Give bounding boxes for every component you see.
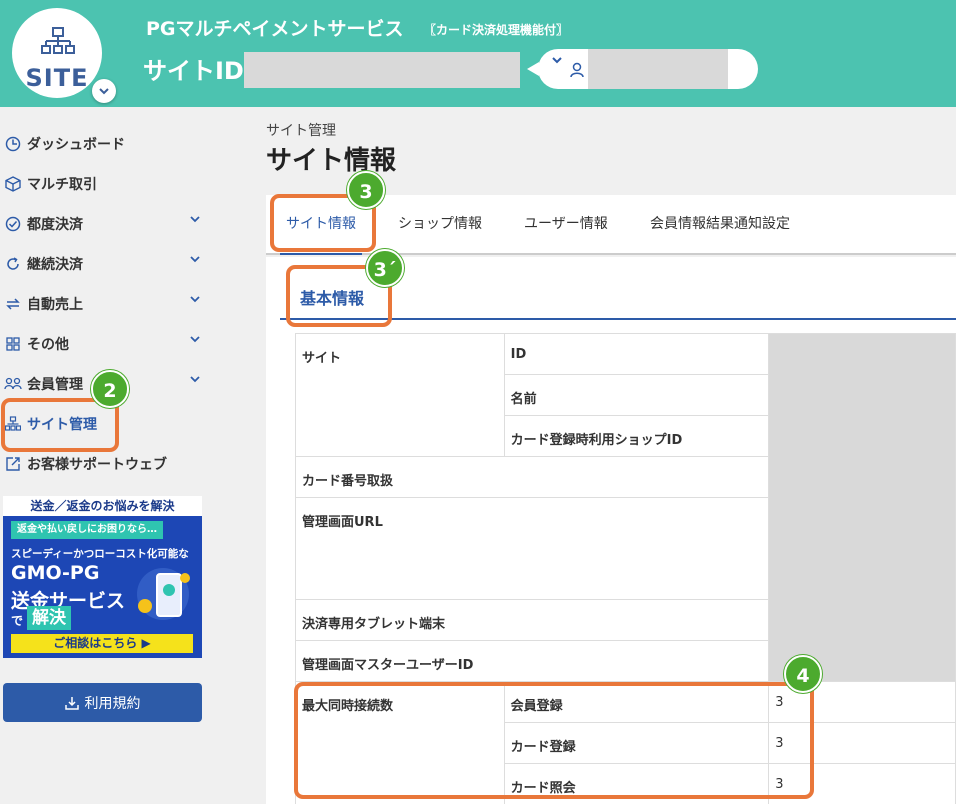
chevron-down-icon xyxy=(190,296,200,303)
chevron-down-icon xyxy=(190,216,200,223)
site-logo[interactable]: SITE xyxy=(12,8,102,98)
sidebar-item-support[interactable]: お客様サポートウェブ xyxy=(4,449,204,479)
refresh-icon xyxy=(4,255,22,273)
clock-icon xyxy=(4,135,22,153)
table-row: サイト ID xyxy=(295,333,956,682)
row-label-card-number: カード番号取扱 xyxy=(294,456,770,498)
tab-member-notify[interactable]: 会員情報結果通知設定 xyxy=(650,195,790,253)
tab-shop-info[interactable]: ショップ情報 xyxy=(398,195,482,253)
terms-button[interactable]: 利用規約 xyxy=(3,683,202,722)
breadcrumb: サイト管理 xyxy=(266,123,336,139)
app-subtitle: 〖カード決済処理機能付〗 xyxy=(424,23,569,37)
user-name-redacted xyxy=(588,49,728,89)
sidebar-item-dashboard[interactable]: ダッシュボード xyxy=(4,129,204,159)
row-label-name: 名前 xyxy=(503,374,770,416)
banner-de: で xyxy=(11,614,24,628)
step-badge-4: 4 xyxy=(784,655,822,693)
sidebar-item-other[interactable]: その他 xyxy=(4,329,204,359)
banner-heading: 送金／返金のお悩みを解決 xyxy=(3,496,202,516)
banner-body: 返金や払い戻しにお困りなら… スピーディーかつローコスト化可能な GMO-PG … xyxy=(3,516,202,658)
sidebar-item-recurring[interactable]: 継続決済 xyxy=(4,249,204,279)
row-label-master-user: 管理画面マスターユーザーID xyxy=(294,640,770,682)
site-id-redacted xyxy=(244,52,520,88)
smartphone-illustration-icon xyxy=(137,568,190,620)
row-label-admin-url: 管理画面URL xyxy=(294,497,770,600)
highlight-max-connections xyxy=(294,682,814,799)
chevron-down-icon xyxy=(190,376,200,383)
sidebar-item-multi[interactable]: マルチ取引 xyxy=(4,169,204,199)
row-label-site: サイト xyxy=(295,333,505,457)
chevron-down-icon xyxy=(190,256,200,263)
site-id-label: サイトID: xyxy=(143,57,254,85)
redacted-values xyxy=(768,333,956,682)
app-header: SITE PGマルチペイメントサービス 〖カード決済処理機能付〗 サイトID: xyxy=(0,0,956,107)
terms-button-label: 利用規約 xyxy=(84,695,141,712)
sidebar-item-label: その他 xyxy=(27,337,69,353)
sidebar-item-label: ダッシュボード xyxy=(27,137,125,153)
sidebar-item-label: 会員管理 xyxy=(27,377,83,393)
users-icon xyxy=(4,375,22,393)
page-title: サイト情報 xyxy=(266,146,397,176)
check-circle-icon xyxy=(4,215,22,233)
row-label-tablet: 決済専用タブレット端末 xyxy=(294,599,770,641)
promo-banner[interactable]: 送金／返金のお悩みを解決 返金や払い戻しにお困りなら… スピーディーかつローコス… xyxy=(3,496,202,658)
sitemap-icon xyxy=(41,27,75,54)
step-badge-3: 3 xyxy=(347,171,385,209)
sidebar-item-onetime[interactable]: 都度決済 xyxy=(4,209,204,239)
cube-icon xyxy=(4,175,22,193)
chevron-down-icon[interactable] xyxy=(552,57,562,65)
sidebar-item-label: 都度決済 xyxy=(27,217,83,233)
row-label-id: ID xyxy=(503,333,770,375)
download-icon xyxy=(64,696,79,710)
banner-cta-button[interactable]: ご相談はこちら ▶ xyxy=(11,634,193,653)
chevron-down-icon xyxy=(190,336,200,343)
banner-tag: 返金や払い戻しにお困りなら… xyxy=(11,521,163,539)
sidebar-item-label: 自動売上 xyxy=(27,297,83,313)
banner-subtext: スピーディーかつローコスト化可能な xyxy=(11,548,189,560)
sidebar-item-label: お客様サポートウェブ xyxy=(27,457,167,473)
row-label-card-shop-id: カード登録時利用ショップID xyxy=(503,415,770,457)
logo-text: SITE xyxy=(25,64,89,92)
logo-chevron-down-icon[interactable] xyxy=(92,79,116,103)
grid-icon xyxy=(4,335,22,353)
banner-solve: 解決 xyxy=(27,606,71,630)
external-link-icon xyxy=(4,455,22,473)
sidebar-item-label: 継続決済 xyxy=(27,257,83,273)
user-icon xyxy=(570,62,584,78)
banner-brand: GMO-PG xyxy=(11,562,100,584)
app-title: PGマルチペイメントサービス xyxy=(146,18,404,40)
swap-icon xyxy=(4,295,22,313)
step-badge-3-prime: 3´ xyxy=(366,249,404,287)
sidebar-item-auto-sales[interactable]: 自動売上 xyxy=(4,289,204,319)
sidebar-item-label: マルチ取引 xyxy=(27,177,97,193)
step-badge-2: 2 xyxy=(91,370,129,408)
tab-user-info[interactable]: ユーザー情報 xyxy=(524,195,608,253)
